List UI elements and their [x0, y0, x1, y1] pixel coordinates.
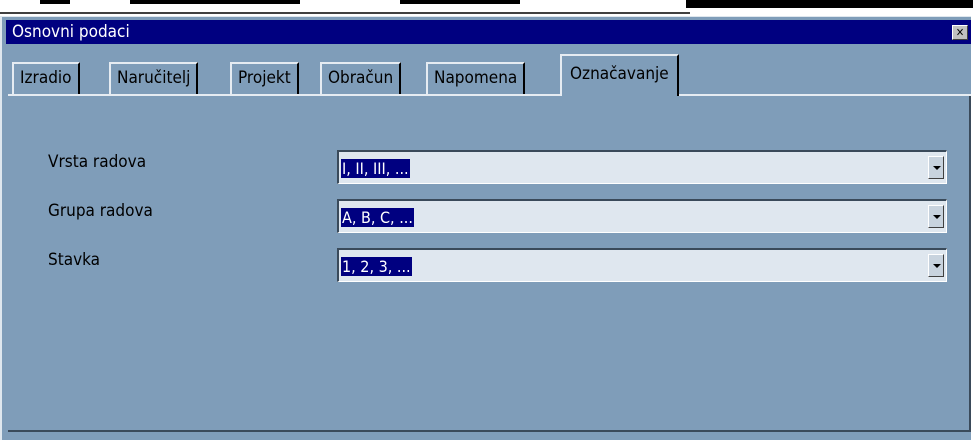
selected-value: A, B, C, ... [341, 208, 414, 227]
selected-value: I, II, III, ... [341, 159, 410, 178]
tab-napomena[interactable]: Napomena [426, 62, 526, 94]
tab-narucitelj[interactable]: Naručitelj [109, 62, 199, 94]
dropdown-button[interactable] [928, 254, 944, 277]
selected-value: 1, 2, 3, ... [341, 257, 412, 276]
label-vrsta-radova: Vrsta radova [48, 152, 147, 172]
panel-border-bottom [8, 430, 971, 432]
close-button[interactable]: ✕ [952, 25, 968, 40]
tab-projekt[interactable]: Projekt [230, 62, 299, 94]
chevron-down-icon [933, 264, 941, 268]
background-fragment [130, 0, 300, 4]
background-fragment [400, 0, 520, 4]
close-icon: ✕ [955, 26, 965, 39]
tab-oznacavanje[interactable]: Označavanje [560, 54, 679, 96]
vrsta-radova-select[interactable]: I, II, III, ... [337, 150, 947, 184]
background-fragment [40, 0, 70, 4]
tab-panel-border [8, 94, 971, 96]
window-title: Osnovni podaci [12, 22, 130, 42]
title-bar[interactable]: Osnovni podaci ✕ [6, 20, 971, 44]
tab-label: Napomena [434, 68, 518, 88]
tab-label: Izradio [20, 68, 72, 88]
grupa-radova-select[interactable]: A, B, C, ... [337, 199, 947, 233]
chevron-down-icon [933, 166, 941, 170]
label-stavka: Stavka [48, 250, 101, 270]
tab-label: Naručitelj [117, 68, 191, 88]
dropdown-button[interactable] [928, 205, 944, 228]
tab-label: Označavanje [570, 64, 669, 84]
chevron-down-icon [933, 215, 941, 219]
dropdown-button[interactable] [928, 156, 944, 179]
background-divider [0, 12, 690, 14]
background-dark-bar [686, 0, 973, 8]
tab-izradio[interactable]: Izradio [12, 62, 80, 94]
tab-bar: Izradio Naručitelj Projekt Obračun Napom… [8, 46, 971, 96]
panel-border-right [969, 96, 971, 432]
label-grupa-radova: Grupa radova [48, 201, 153, 221]
tab-label: Obračun [328, 68, 394, 88]
tab-obracun[interactable]: Obračun [320, 62, 402, 94]
stavka-select[interactable]: 1, 2, 3, ... [337, 248, 947, 282]
background-window-strip [0, 0, 973, 16]
tab-label: Projekt [238, 68, 291, 88]
